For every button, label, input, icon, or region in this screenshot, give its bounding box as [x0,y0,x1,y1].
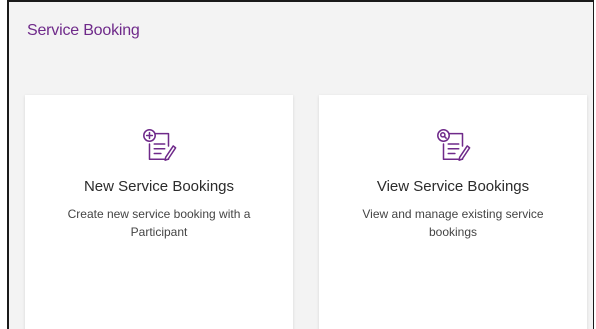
document-search-icon [437,129,471,161]
new-service-bookings-card[interactable]: New Service Bookings Create new service … [25,95,293,329]
page-title: Service Booking [27,22,140,39]
card-description: Create new service booking with a Partic… [67,207,251,239]
view-service-bookings-card[interactable]: View Service Bookings View and manage ex… [319,95,587,329]
card-title: View Service Bookings [376,178,530,195]
card-title: New Service Bookings [83,178,235,195]
document-add-icon [143,129,177,161]
service-booking-panel: Service Booking New Service Bookings Cre… [7,0,594,329]
card-description: View and manage existing service booking… [362,207,544,239]
